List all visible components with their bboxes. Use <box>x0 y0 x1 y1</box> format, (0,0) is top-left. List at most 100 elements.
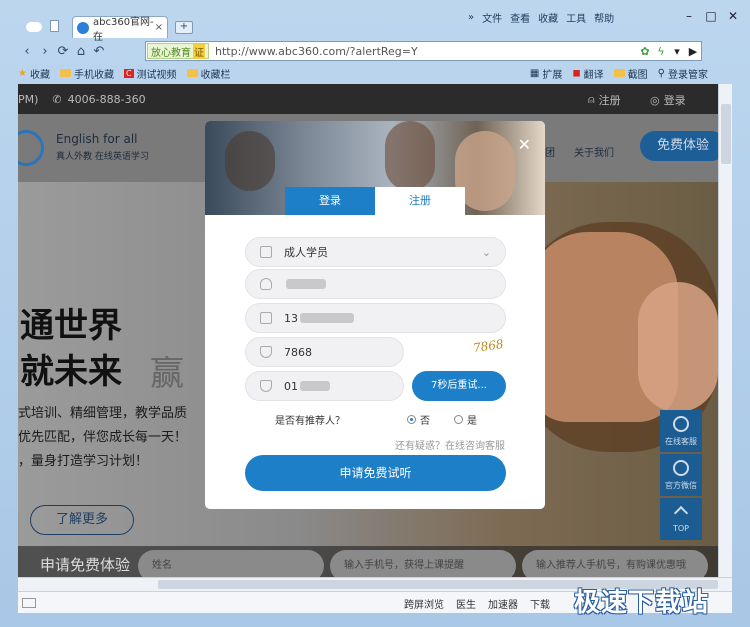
doctor-button[interactable]: 医生 <box>456 596 476 611</box>
address-actions: ✿ ϟ ▾ ▶ <box>637 45 701 58</box>
menu-favorites[interactable]: 收藏 <box>538 10 558 25</box>
captcha-field[interactable]: 7868 <box>245 337 404 367</box>
resend-code-button[interactable]: 7秒后重试... <box>412 371 506 401</box>
bookmark-tools: ▦ 扩展 ◼ 翻译 截图 ⚲ 登录管家 <box>530 63 718 83</box>
refresh-icon[interactable]: ⟳ <box>54 44 72 59</box>
user-circle-icon: ◎ <box>650 93 660 107</box>
radio-yes[interactable] <box>454 415 463 424</box>
bookmark-bar-folder[interactable]: 收藏栏 <box>186 66 231 81</box>
captcha-image[interactable]: 7868 <box>472 337 504 355</box>
tab-title: abc360官网-在 <box>93 16 154 43</box>
widget-label: 在线客服 <box>665 437 697 446</box>
apply-referrer-input[interactable]: 输入推荐人手机号，有购课优惠哦 <box>522 550 708 577</box>
security-check-icon[interactable]: ✿ <box>637 45 653 58</box>
login-link[interactable]: ◎ 登录 <box>650 92 686 108</box>
referrer-question-row: 是否有推荐人？ 否 是 <box>275 412 477 427</box>
scroll-thumb[interactable] <box>721 104 731 164</box>
cert-badge: 证 <box>193 43 205 59</box>
tab-close-icon[interactable]: × <box>155 22 163 33</box>
student-type-select[interactable]: 成人学员 ⌄ <box>245 237 506 267</box>
apply-phone-input[interactable]: 输入手机号，获得上课提醒 <box>330 550 516 577</box>
translate-icon: ◼ <box>572 67 581 79</box>
sms-code-field[interactable]: 01 <box>245 371 404 401</box>
home-icon[interactable]: ⌂ <box>72 44 90 59</box>
bookmark-mobile[interactable]: 手机收藏 <box>59 66 114 81</box>
folder-icon <box>59 69 71 77</box>
browser-tab[interactable]: abc360官网-在 × <box>72 16 168 43</box>
new-tab-button[interactable]: + <box>175 21 193 34</box>
name-field[interactable] <box>245 269 506 299</box>
register-link[interactable]: ⍝ 注册 <box>588 92 621 108</box>
referrer-yes-option[interactable]: 是 <box>454 412 477 427</box>
star-icon: ★ <box>18 67 27 79</box>
redacted-phone <box>300 313 354 323</box>
hero-headline-2: 就未来 <box>20 352 122 392</box>
apply-name-input[interactable]: 姓名 <box>138 550 324 577</box>
navigation-toolbar: ‹ › ⟳ ⌂ ↶ 放心教育 证 http://www.abc360.com/?… <box>18 39 718 63</box>
tab-login[interactable]: 登录 <box>285 187 375 215</box>
menu-help[interactable]: 帮助 <box>594 10 614 25</box>
url-text[interactable]: http://www.abc360.com/?alertReg=Y <box>215 45 418 58</box>
safety-badge-label: 放心教育 <box>151 47 191 59</box>
download-button[interactable]: 下载 <box>530 596 550 611</box>
referrer-no-option[interactable]: 否 <box>407 412 430 427</box>
phone-icon <box>260 312 272 324</box>
phone-field[interactable]: 13 <box>245 303 506 333</box>
radio-no[interactable] <box>407 415 416 424</box>
menu-file[interactable]: 文件 <box>482 10 502 25</box>
nav-item-group[interactable]: 团 <box>545 144 555 159</box>
back-icon[interactable]: ‹ <box>18 44 36 59</box>
bookmark-test-video[interactable]: C 测试视频 <box>123 66 177 81</box>
login-manager-button[interactable]: ⚲ 登录管家 <box>658 66 708 81</box>
menu-expand-icon[interactable]: » <box>468 12 474 23</box>
hero-desc-2: 优先匹配，伴您成长每一天！ <box>18 430 188 445</box>
bookmark-favorites[interactable]: ★ 收藏 <box>18 66 50 81</box>
undo-icon[interactable]: ↶ <box>90 44 108 59</box>
chevron-down-icon: ⌄ <box>481 245 491 259</box>
site-logo[interactable] <box>18 130 44 166</box>
forward-icon[interactable]: › <box>36 44 54 59</box>
translate-button[interactable]: ◼ 翻译 <box>572 66 603 81</box>
learn-more-button[interactable]: 了解更多 <box>30 505 134 535</box>
go-icon[interactable]: ▶ <box>685 45 701 58</box>
vertical-scrollbar[interactable] <box>718 84 732 577</box>
student-type-value: 成人学员 <box>284 246 328 259</box>
lightning-icon[interactable]: ϟ <box>653 45 669 58</box>
menu-bar: » 文件 查看 收藏 工具 帮助 <box>468 10 622 25</box>
online-service-widget[interactable]: 在线客服 <box>660 410 702 452</box>
brand-subtitle: 真人外教 在线英语学习 <box>56 152 149 162</box>
dropdown-icon[interactable]: ▾ <box>669 45 685 58</box>
safety-badge[interactable]: 放心教育 证 <box>147 43 209 59</box>
tag-icon <box>260 246 272 258</box>
radio-yes-label: 是 <box>467 416 477 427</box>
online-consult-link[interactable]: 还有疑惑？在线咨询客服 <box>395 437 505 452</box>
back-to-top-widget[interactable]: TOP <box>660 498 702 540</box>
close-window-button[interactable]: ✕ <box>722 8 744 24</box>
cloud-icon[interactable] <box>26 22 42 32</box>
wechat-icon <box>673 460 689 476</box>
widget-label: TOP <box>672 524 689 533</box>
cross-screen-button[interactable]: 跨屏浏览 <box>404 596 444 611</box>
bookmark-label: 收藏 <box>29 69 50 81</box>
menu-view[interactable]: 查看 <box>510 10 530 25</box>
free-trial-button[interactable]: 免费体验 <box>640 131 718 161</box>
modal-close-icon[interactable]: ✕ <box>518 135 531 154</box>
grid-icon: ▦ <box>529 67 540 79</box>
apply-free-trial-button[interactable]: 申请免费试听 <box>245 455 506 491</box>
brand-slogan: English for all <box>56 132 138 146</box>
minimize-button[interactable]: – <box>678 8 700 24</box>
redacted-sms <box>300 381 330 391</box>
wechat-widget[interactable]: 官方微信 <box>660 454 702 496</box>
document-icon[interactable] <box>50 20 59 32</box>
menu-tools[interactable]: 工具 <box>566 10 586 25</box>
accelerator-button[interactable]: 加速器 <box>488 596 518 611</box>
redacted-name <box>286 279 326 289</box>
screenshot-button[interactable]: 截图 <box>613 66 648 81</box>
extensions-button[interactable]: ▦ 扩展 <box>530 66 562 81</box>
sidebar-toggle-icon[interactable] <box>22 597 36 608</box>
address-bar[interactable]: 放心教育 证 http://www.abc360.com/?alertReg=Y… <box>145 41 702 61</box>
maximize-button[interactable]: □ <box>700 8 722 24</box>
tab-register[interactable]: 注册 <box>375 187 465 215</box>
key-icon: ⚲ <box>657 67 665 79</box>
nav-item-about[interactable]: 关于我们 <box>574 144 614 159</box>
